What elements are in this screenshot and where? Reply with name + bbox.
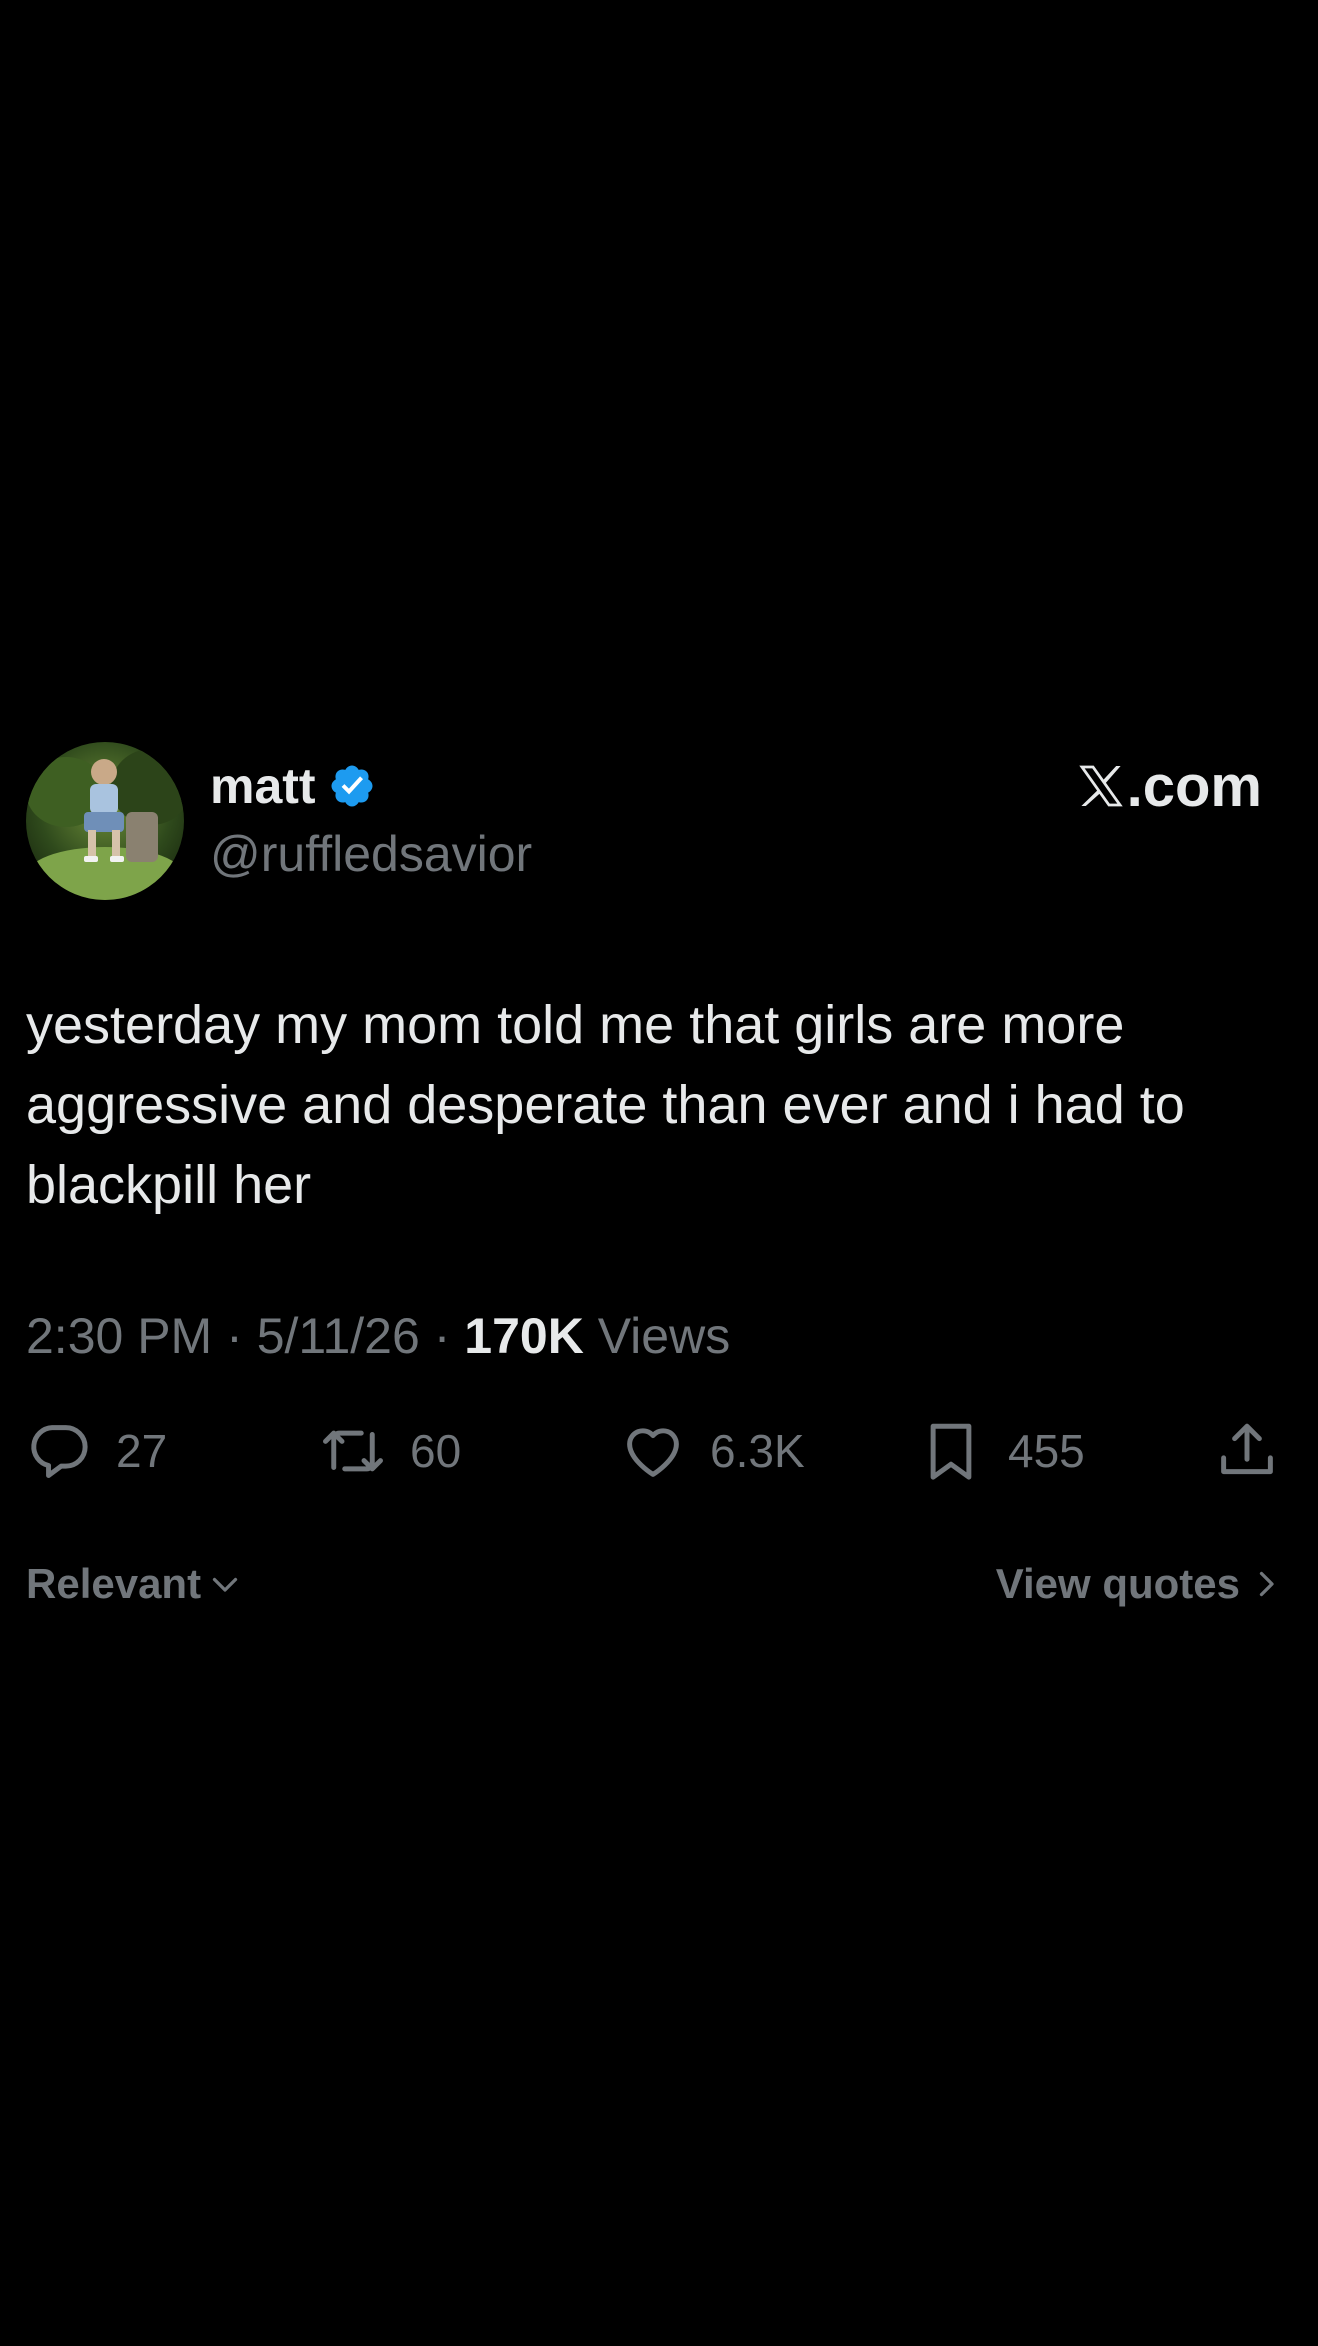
avatar[interactable] [26,742,184,900]
views-label: Views [597,1308,731,1364]
tweet-time[interactable]: 2:30 PM [26,1308,212,1364]
share-icon [1221,1423,1273,1475]
chevron-right-icon [1259,1571,1274,1597]
like-count: 6.3K [710,1425,805,1477]
repost-icon [323,1430,383,1472]
repost-button[interactable]: 60 [320,1418,461,1484]
x-logo-icon [1078,765,1123,807]
tweet-date[interactable]: 5/11/26 [257,1308,420,1364]
sort-dropdown[interactable]: Relevant [26,1554,243,1614]
tweet-meta: 2:30 PM · 5/11/26 · 170K Views [26,1306,730,1366]
reply-button[interactable]: 27 [26,1418,167,1484]
replies-footer: Relevant View quotes [26,1554,1280,1614]
user-handle[interactable]: @ruffledsavior [210,824,532,884]
tweet-text: yesterday my mom told me that girls are … [26,995,1185,1215]
name-row: matt [210,756,376,816]
brand-mark: .com [1077,754,1262,819]
chevron-down-icon [212,1577,238,1592]
meta-separator: · [226,1308,243,1364]
bookmark-icon [930,1423,972,1480]
bookmark-button[interactable]: 455 [918,1418,1085,1484]
sort-label: Relevant [26,1560,202,1607]
avatar-photo [26,742,184,900]
meta-separator: · [433,1308,451,1364]
reply-count: 27 [116,1425,168,1477]
display-name[interactable]: matt [210,756,316,816]
repost-count: 60 [410,1425,462,1477]
views-count: 170K [464,1308,584,1364]
like-button[interactable]: 6.3K [620,1418,805,1484]
view-quotes-link[interactable]: View quotes [996,1554,1284,1614]
share-button[interactable] [1214,1418,1280,1484]
view-quotes-label: View quotes [995,1560,1240,1607]
brand-label: .com [1126,753,1262,819]
heart-icon [627,1428,679,1477]
action-bar: 27 60 6.3K 455 [26,1418,1280,1484]
verified-badge-icon [328,762,376,810]
bookmark-count: 455 [1008,1425,1085,1477]
reply-icon [31,1425,88,1478]
